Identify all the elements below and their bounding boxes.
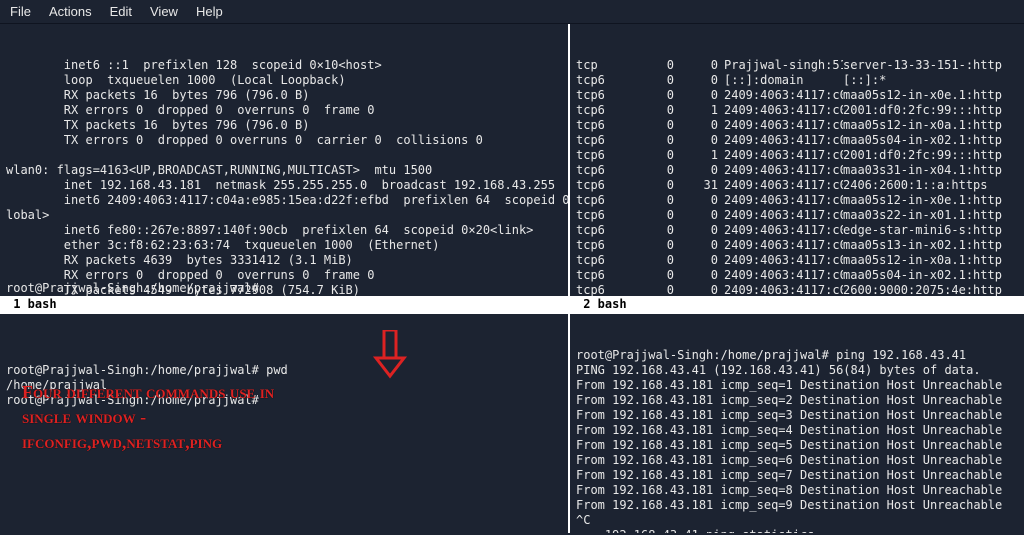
- menu-edit[interactable]: Edit: [110, 4, 132, 19]
- menu-view[interactable]: View: [150, 4, 178, 19]
- pwd-output: root@Prajjwal-Singh:/home/prajjwal# pwd …: [6, 348, 562, 426]
- ifconfig-output: inet6 ::1 prefixlen 128 scopeid 0×10<hos…: [6, 58, 562, 314]
- menu-file[interactable]: File: [10, 4, 31, 19]
- pane-ping[interactable]: root@Prajjwal-Singh:/home/prajjwal# ping…: [570, 314, 1024, 533]
- netstat-output: tcp00Prajjwal-singh:51412server-13-33-15…: [576, 58, 1018, 314]
- pane-pwd[interactable]: root@Prajjwal-Singh:/home/prajjwal# pwd …: [0, 314, 570, 533]
- prompt: root@Prajjwal-Singh:/home/prajjwal#: [6, 281, 259, 296]
- menu-help[interactable]: Help: [196, 4, 223, 19]
- menubar: File Actions Edit View Help: [0, 0, 1024, 24]
- pane-tab-2: 2 bash: [570, 296, 1024, 312]
- pane-tab-1: 1 bash: [0, 296, 568, 312]
- ping-output: root@Prajjwal-Singh:/home/prajjwal# ping…: [576, 348, 1018, 533]
- pane-ifconfig[interactable]: inet6 ::1 prefixlen 128 scopeid 0×10<hos…: [0, 24, 570, 314]
- menu-actions[interactable]: Actions: [49, 4, 92, 19]
- pane-netstat[interactable]: tcp00Prajjwal-singh:51412server-13-33-15…: [570, 24, 1024, 314]
- terminal-panes: inet6 ::1 prefixlen 128 scopeid 0×10<hos…: [0, 24, 1024, 533]
